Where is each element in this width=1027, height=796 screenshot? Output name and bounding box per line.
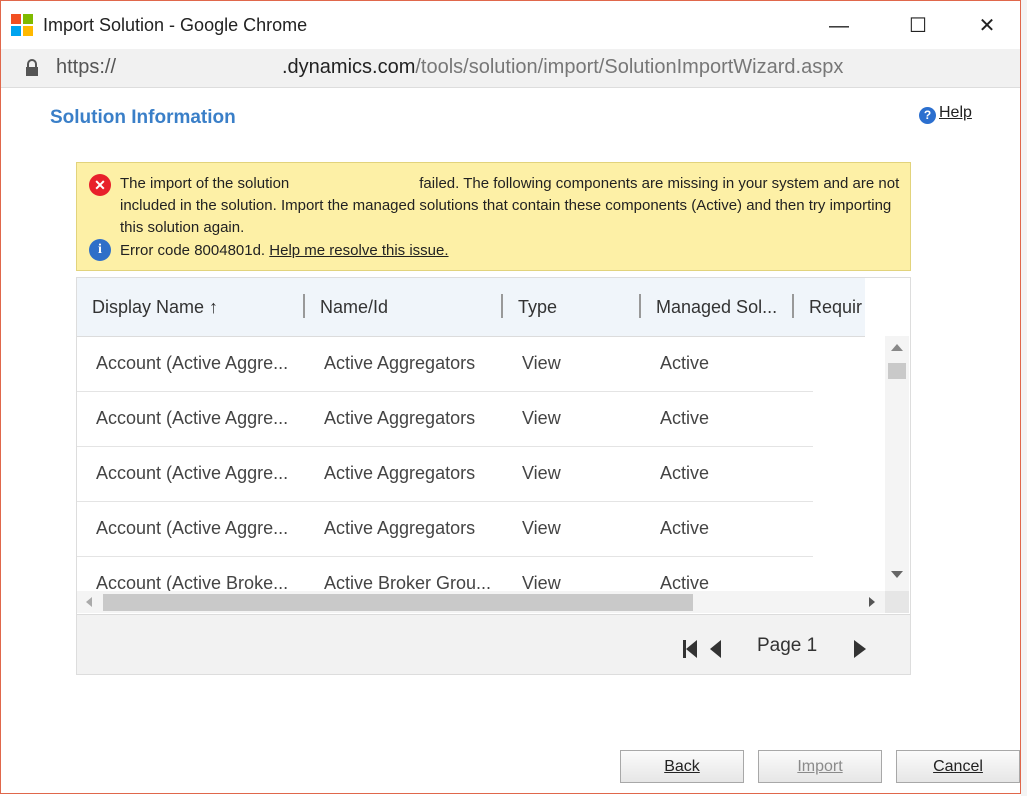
cell-name-id: Active Aggregators bbox=[324, 408, 476, 428]
column-header-managed-solution[interactable]: Managed Sol... bbox=[656, 297, 777, 318]
cell-name-id: Active Broker Grou... bbox=[324, 573, 492, 591]
cell-managed-solution: Active bbox=[660, 408, 710, 428]
import-button: Import bbox=[758, 750, 882, 783]
alert-error-code-line: Error code 8004801d. Help me resolve thi… bbox=[120, 240, 449, 262]
cell-display-name: Account (Active Aggre... bbox=[96, 518, 289, 538]
cell-managed-solution: Active bbox=[660, 518, 710, 538]
cell-display-name: Account (Active Aggre... bbox=[96, 463, 289, 483]
horizontal-scroll-thumb[interactable] bbox=[103, 594, 693, 611]
scroll-up-icon[interactable] bbox=[891, 344, 903, 351]
cell-type: View bbox=[522, 518, 561, 538]
error-code: Error code 8004801d. bbox=[120, 242, 266, 259]
back-button[interactable]: Back bbox=[620, 750, 744, 783]
cell-name-id: Active Aggregators bbox=[324, 518, 476, 538]
alert-message: The import of the solution failed. The fo… bbox=[120, 173, 905, 239]
cell-managed-solution: Active bbox=[660, 353, 710, 373]
table-row[interactable]: Account (Active Aggre... Active Aggregat… bbox=[77, 501, 813, 557]
url-path: /tools/solution/import/SolutionImportWiz… bbox=[415, 56, 844, 78]
cell-display-name: Account (Active Aggre... bbox=[96, 408, 289, 428]
column-header-required[interactable]: Requir bbox=[809, 297, 862, 318]
vertical-scrollbar[interactable] bbox=[885, 336, 909, 591]
cell-type: View bbox=[522, 353, 561, 373]
address-bar[interactable]: https:// .dynamics.com/tools/solution/im… bbox=[1, 49, 1020, 88]
alert-message-pre: The import of the solution bbox=[120, 175, 290, 192]
column-divider[interactable] bbox=[639, 294, 641, 318]
column-header-display-name[interactable]: Display Name ↑ bbox=[92, 297, 218, 318]
help-icon: ? bbox=[919, 107, 936, 124]
cell-name-id: Active Aggregators bbox=[324, 463, 476, 483]
page-title: Solution Information bbox=[50, 107, 236, 128]
cell-display-name: Account (Active Aggre... bbox=[96, 353, 289, 373]
page-number: Page 1 bbox=[757, 635, 818, 656]
help-link[interactable]: ? Help bbox=[919, 104, 972, 124]
back-button-label: Back bbox=[664, 758, 700, 775]
resolve-issue-link[interactable]: Help me resolve this issue. bbox=[269, 242, 448, 259]
scrollbar-corner bbox=[885, 591, 909, 613]
cancel-button-label: Cancel bbox=[933, 758, 983, 775]
help-label: Help bbox=[939, 104, 972, 121]
table-row[interactable]: Account (Active Aggre... Active Aggregat… bbox=[77, 336, 813, 392]
title-bar: Import Solution - Google Chrome — ☐ ✕ bbox=[1, 1, 1020, 49]
cell-managed-solution: Active bbox=[660, 573, 710, 591]
microsoft-logo-icon bbox=[11, 14, 33, 36]
cell-type: View bbox=[522, 463, 561, 483]
info-icon: i bbox=[89, 239, 111, 261]
url-text: .dynamics.com/tools/solution/import/Solu… bbox=[282, 56, 843, 79]
scroll-left-icon[interactable] bbox=[86, 597, 92, 607]
grid-rows: Account (Active Aggre... Active Aggregat… bbox=[77, 336, 883, 591]
cancel-button[interactable]: Cancel bbox=[896, 750, 1020, 783]
grid-pager: Page 1 bbox=[77, 614, 910, 674]
import-button-label: Import bbox=[797, 758, 843, 775]
scroll-down-icon[interactable] bbox=[891, 571, 903, 578]
grid-header: Display Name ↑ Name/Id Type Managed Sol.… bbox=[77, 278, 865, 337]
scroll-right-icon[interactable] bbox=[869, 597, 875, 607]
vertical-scroll-thumb[interactable] bbox=[888, 363, 906, 379]
missing-components-grid: Display Name ↑ Name/Id Type Managed Sol.… bbox=[76, 277, 911, 675]
cell-display-name: Account (Active Broke... bbox=[96, 573, 289, 591]
table-row[interactable]: Account (Active Broke... Active Broker G… bbox=[77, 556, 813, 591]
cell-type: View bbox=[522, 408, 561, 428]
cell-type: View bbox=[522, 573, 561, 591]
error-icon: ✕ bbox=[89, 174, 111, 196]
cell-managed-solution: Active bbox=[660, 463, 710, 483]
close-window-button[interactable]: ✕ bbox=[967, 11, 1007, 41]
cell-name-id: Active Aggregators bbox=[324, 353, 476, 373]
background-page-edge bbox=[1021, 0, 1027, 796]
table-row[interactable]: Account (Active Aggre... Active Aggregat… bbox=[77, 391, 813, 447]
lock-icon bbox=[26, 59, 38, 76]
table-row[interactable]: Account (Active Aggre... Active Aggregat… bbox=[77, 446, 813, 502]
column-divider[interactable] bbox=[792, 294, 794, 318]
dialog-content: Solution Information ? Help ✕ The import … bbox=[1, 87, 1020, 793]
error-alert: ✕ The import of the solution failed. The … bbox=[76, 162, 911, 271]
maximize-button[interactable]: ☐ bbox=[898, 11, 938, 41]
column-divider[interactable] bbox=[501, 294, 503, 318]
url-scheme: https:// bbox=[56, 56, 117, 78]
url-domain: .dynamics.com bbox=[282, 56, 416, 78]
first-page-icon[interactable] bbox=[683, 639, 723, 659]
minimize-button[interactable]: — bbox=[819, 11, 859, 41]
import-solution-window: Import Solution - Google Chrome — ☐ ✕ ht… bbox=[0, 0, 1021, 794]
window-title: Import Solution - Google Chrome bbox=[43, 15, 308, 35]
column-header-type[interactable]: Type bbox=[518, 297, 557, 318]
next-page-icon[interactable] bbox=[853, 639, 867, 659]
column-header-name-id[interactable]: Name/Id bbox=[320, 297, 388, 318]
horizontal-scrollbar[interactable] bbox=[77, 591, 885, 613]
column-divider[interactable] bbox=[303, 294, 305, 318]
